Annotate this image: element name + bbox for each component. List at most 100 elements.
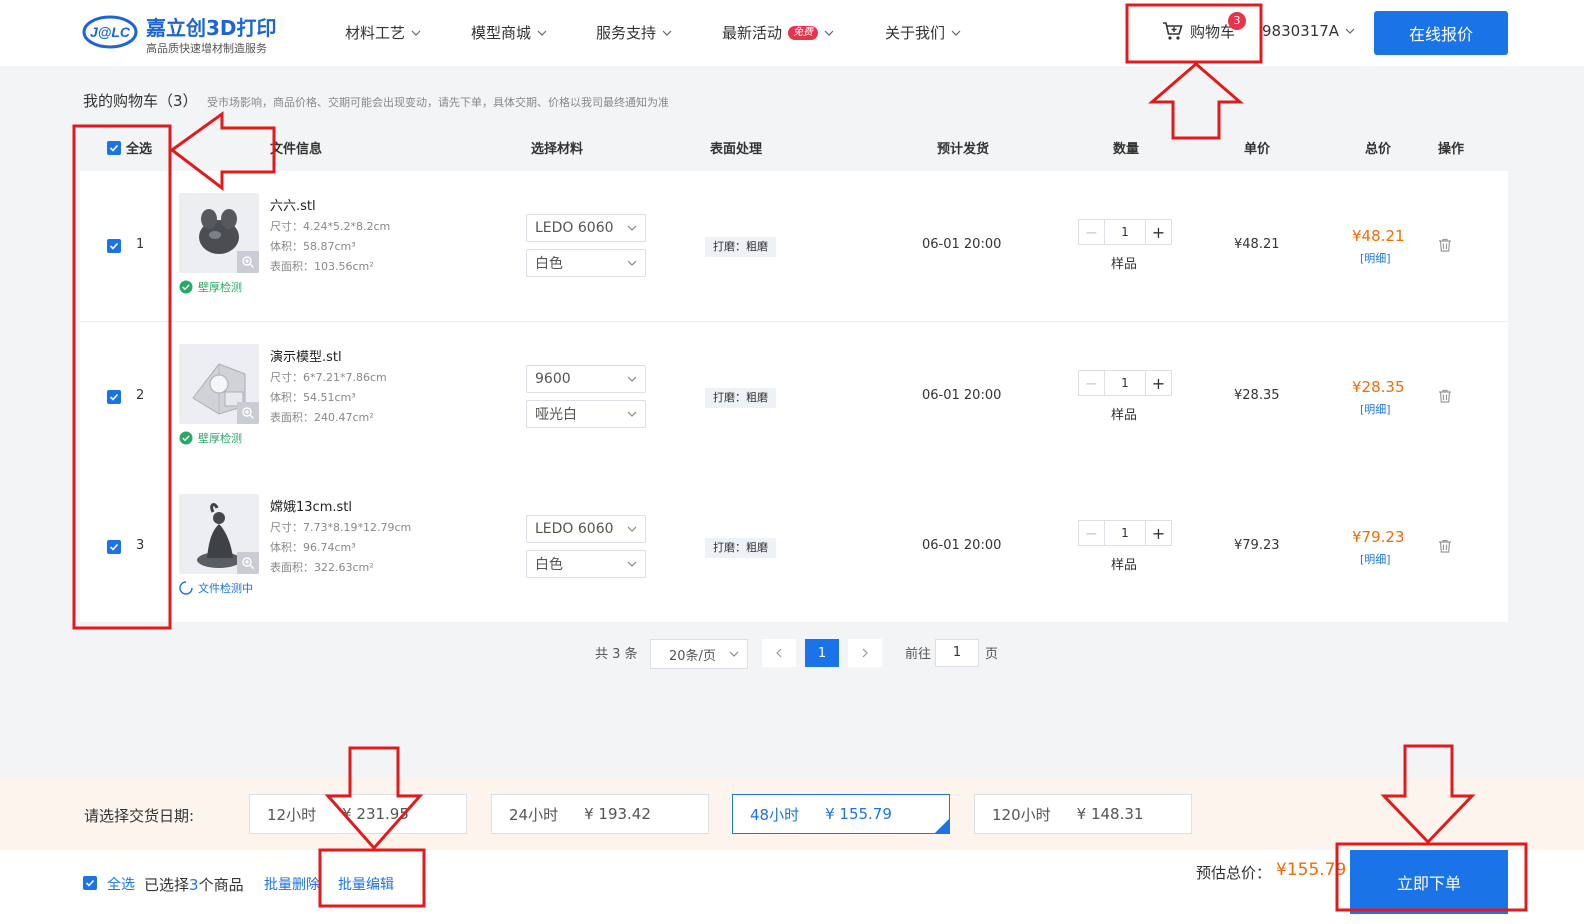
nav-label: 最新活动: [722, 24, 783, 42]
quantity-stepper: − 1 +: [1078, 219, 1172, 245]
row-checkbox[interactable]: [107, 540, 121, 554]
qty-decrease-button[interactable]: −: [1079, 371, 1105, 395]
nav-about[interactable]: 关于我们: [885, 22, 961, 43]
price-detail-link[interactable]: [明细]: [1360, 401, 1391, 417]
trash-icon[interactable]: [1437, 538, 1453, 554]
footer-select-all-label[interactable]: 全选: [107, 874, 135, 894]
select-all-label: 全选: [126, 142, 153, 157]
chevron-down-icon: [411, 30, 421, 36]
file-name: 嫦娥13cm.stl: [270, 500, 352, 515]
total-price: ¥48.21: [1352, 227, 1405, 245]
delivery-option-48h[interactable]: 48小时 ¥ 155.79: [732, 794, 950, 834]
trash-icon[interactable]: [1437, 388, 1453, 404]
user-menu[interactable]: 9830317A: [1262, 22, 1355, 40]
material-select[interactable]: 9600: [526, 365, 646, 393]
place-order-button[interactable]: 立即下单: [1350, 850, 1508, 914]
price-detail-link[interactable]: [明细]: [1360, 250, 1391, 266]
surface-tag[interactable]: 打磨：粗磨: [705, 538, 776, 558]
trash-icon[interactable]: [1437, 237, 1453, 253]
chevron-down-icon: [627, 225, 637, 231]
nav-label: 服务支持: [596, 24, 657, 42]
qty-value[interactable]: 1: [1105, 521, 1145, 545]
surface-tag[interactable]: 打磨：粗磨: [705, 388, 776, 408]
qty-value[interactable]: 1: [1105, 220, 1145, 244]
qty-increase-button[interactable]: +: [1145, 521, 1171, 545]
prev-page-button[interactable]: [762, 639, 796, 667]
qty-decrease-button[interactable]: −: [1079, 220, 1105, 244]
estimate-total: ¥155.79: [1276, 860, 1347, 880]
check-icon: [85, 879, 95, 887]
material-value: 9600: [535, 371, 571, 387]
nav-model-store[interactable]: 模型商城: [471, 22, 547, 43]
color-select[interactable]: 白色: [526, 249, 646, 277]
header-file-info: 文件信息: [270, 142, 323, 157]
delivery-option-12h[interactable]: 12小时 ¥ 231.95: [249, 794, 467, 834]
color-select[interactable]: 哑光白: [526, 400, 646, 428]
cart-link[interactable]: 购物车 3: [1162, 12, 1246, 42]
check-icon: [109, 543, 119, 551]
check-icon: [109, 144, 119, 152]
surface-tag[interactable]: 打磨：粗磨: [705, 237, 776, 257]
online-quote-button[interactable]: 在线报价: [1374, 11, 1508, 55]
file-volume: 体积：58.87cm³: [270, 240, 356, 253]
header-material: 选择材料: [531, 142, 584, 157]
price-detail-link[interactable]: [明细]: [1360, 551, 1391, 567]
row-index: 1: [136, 237, 145, 252]
status-label: 壁厚检测: [198, 281, 242, 294]
ship-time: 06-01 20:00: [922, 237, 1002, 252]
batch-edit-button[interactable]: 批量编辑: [338, 874, 394, 894]
logo-mark-icon: J@LC: [82, 15, 138, 49]
delivery-label: 请选择交货日期:: [84, 807, 195, 825]
qty-value[interactable]: 1: [1105, 371, 1145, 395]
batch-delete-button[interactable]: 批量删除: [264, 874, 320, 894]
select-all-header[interactable]: 全选: [107, 138, 152, 157]
goto-page-input[interactable]: 1: [935, 639, 979, 667]
model-thumbnail[interactable]: [179, 344, 259, 424]
nav-activities[interactable]: 最新活动 免费: [722, 22, 834, 43]
unit-price: ¥79.23: [1234, 538, 1280, 553]
color-value: 白色: [535, 256, 563, 272]
zoom-button[interactable]: [237, 251, 259, 273]
quantity-stepper: − 1 +: [1078, 520, 1172, 546]
next-page-button[interactable]: [848, 639, 882, 667]
zoom-button[interactable]: [237, 402, 259, 424]
check-icon: [109, 242, 119, 250]
file-volume: 体积：54.51cm³: [270, 391, 356, 404]
qty-increase-button[interactable]: +: [1145, 220, 1171, 244]
delivery-options: 请选择交货日期: 12小时 ¥ 231.95 24小时 ¥ 193.42 48小…: [0, 778, 1584, 850]
zoom-in-icon: [242, 407, 254, 419]
status-label: 壁厚检测: [198, 432, 242, 445]
file-area: 表面积：240.47cm²: [270, 411, 374, 424]
file-size: 尺寸：4.24*5.2*8.2cm: [270, 220, 391, 233]
wall-check-status[interactable]: 壁厚检测: [179, 279, 242, 295]
delivery-price: ¥ 193.42: [584, 805, 651, 823]
qty-decrease-button[interactable]: −: [1079, 521, 1105, 545]
row-checkbox[interactable]: [107, 239, 121, 253]
site-logo[interactable]: J@LC 嘉立创3D打印 高品质快速增材制造服务: [82, 12, 292, 56]
model-thumbnail[interactable]: [179, 494, 259, 574]
zoom-button[interactable]: [237, 552, 259, 574]
delivery-price: ¥ 155.79: [825, 805, 892, 823]
page-number-current[interactable]: 1: [805, 639, 839, 667]
wall-check-status[interactable]: 壁厚检测: [179, 430, 242, 446]
footer-select-all-checkbox[interactable]: [83, 876, 97, 890]
qty-increase-button[interactable]: +: [1145, 371, 1171, 395]
pager-total: 共 3 条: [595, 647, 638, 662]
delivery-option-24h[interactable]: 24小时 ¥ 193.42: [491, 794, 709, 834]
cart-title: 我的购物车（3）: [83, 92, 198, 110]
color-select[interactable]: 白色: [526, 550, 646, 578]
total-price: ¥79.23: [1352, 528, 1405, 546]
model-thumbnail[interactable]: [179, 193, 259, 273]
qty-type: 样品: [1111, 408, 1138, 423]
row-checkbox[interactable]: [107, 390, 121, 404]
nav-materials[interactable]: 材料工艺: [345, 22, 421, 43]
ship-time: 06-01 20:00: [922, 538, 1002, 553]
select-all-checkbox[interactable]: [107, 140, 121, 155]
nav-support[interactable]: 服务支持: [596, 22, 672, 43]
cart-icon: [1163, 22, 1183, 40]
file-volume: 体积：96.74cm³: [270, 541, 356, 554]
delivery-option-120h[interactable]: 120小时 ¥ 148.31: [974, 794, 1192, 834]
material-select[interactable]: LEDO 6060: [526, 214, 646, 242]
page-size-select[interactable]: 20条/页: [650, 639, 748, 669]
material-select[interactable]: LEDO 6060: [526, 515, 646, 543]
